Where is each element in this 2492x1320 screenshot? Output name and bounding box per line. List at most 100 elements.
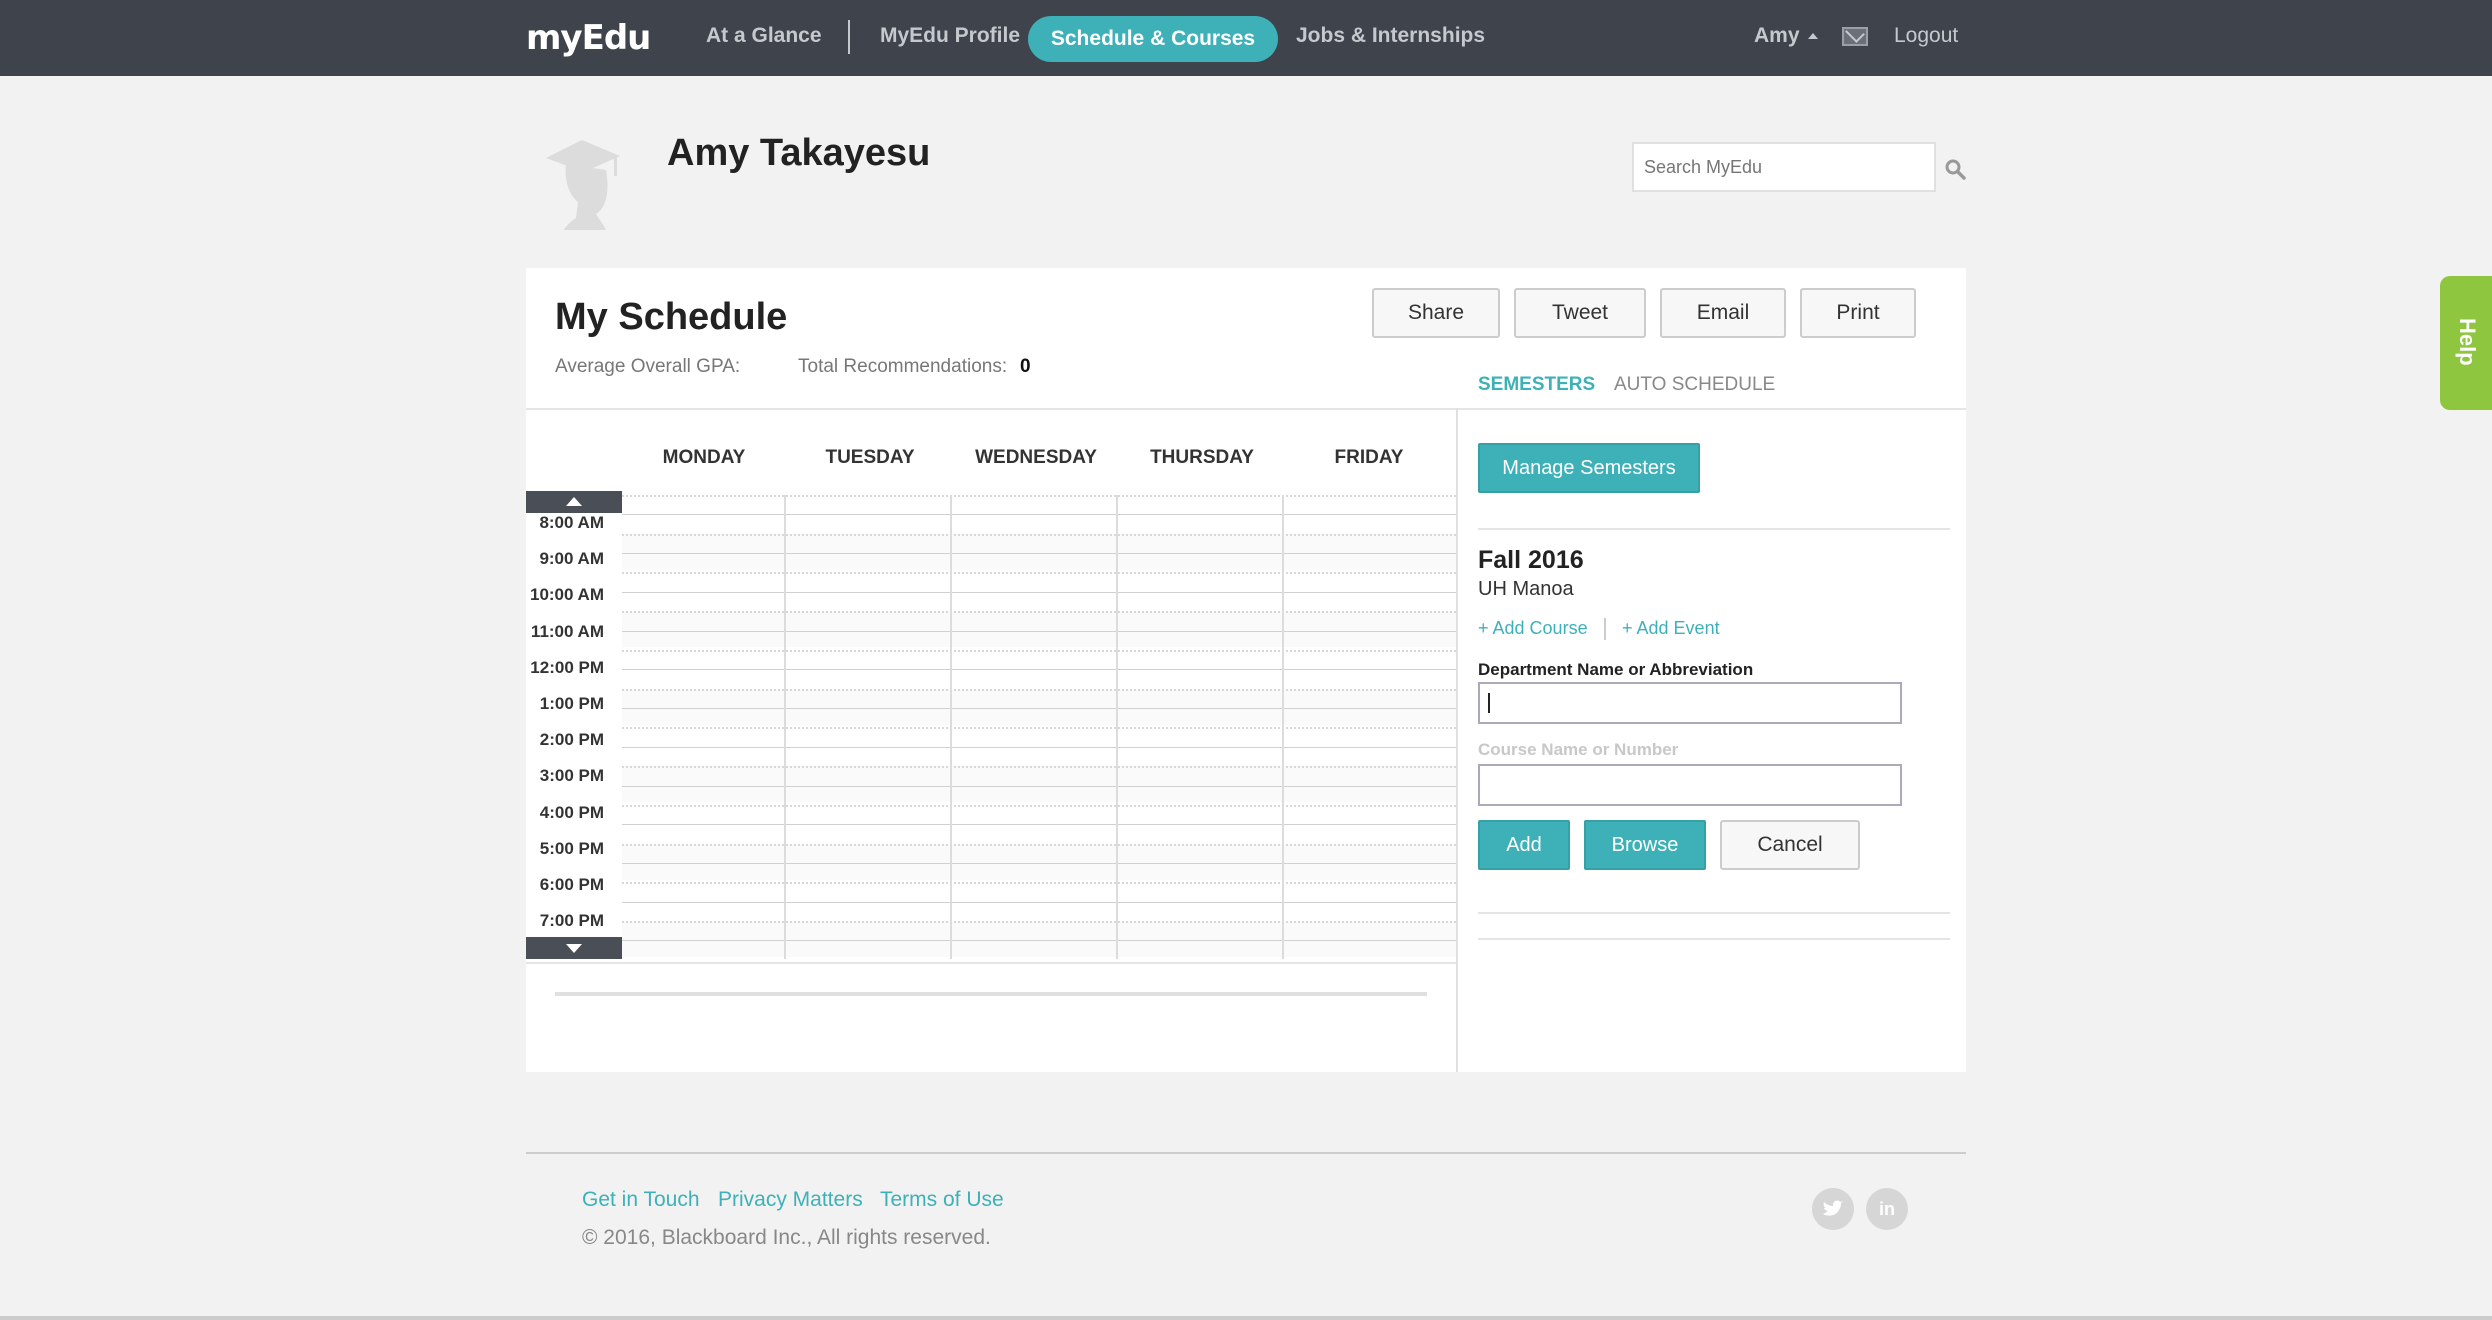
grid-row[interactable]	[622, 495, 1456, 531]
help-tab[interactable]: Help	[2440, 276, 2492, 410]
horizontal-scrollbar[interactable]	[555, 992, 1427, 996]
grid-column-divider	[1282, 495, 1284, 959]
grid-half-hour-line	[622, 940, 1456, 942]
logout-link[interactable]: Logout	[1894, 24, 1958, 48]
nav-divider	[848, 20, 850, 54]
recommendations-count: 0	[1020, 356, 1031, 377]
mail-icon[interactable]	[1842, 27, 1868, 46]
time-label: 4:00 PM	[539, 802, 604, 822]
grid-row[interactable]	[622, 727, 1456, 763]
search-icon[interactable]	[1944, 158, 1966, 180]
graduate-silhouette-icon	[546, 140, 620, 230]
time-label: 7:00 PM	[539, 911, 604, 931]
grid-half-hour-line	[622, 785, 1456, 787]
grid-half-hour-line	[622, 901, 1456, 903]
add-button[interactable]: Add	[1478, 820, 1570, 870]
footer-link-privacy[interactable]: Privacy Matters	[718, 1188, 863, 1212]
tweet-button[interactable]: Tweet	[1514, 288, 1646, 338]
time-label: 1:00 PM	[539, 694, 604, 713]
nav-at-a-glance[interactable]: At a Glance	[706, 24, 822, 48]
department-field[interactable]	[1478, 682, 1902, 724]
page-title: My Schedule	[555, 296, 788, 338]
tab-auto-schedule[interactable]: AUTO SCHEDULE	[1614, 374, 1775, 396]
grid-half-hour-line	[622, 591, 1456, 593]
course-field[interactable]	[1478, 764, 1902, 806]
browse-button[interactable]: Browse	[1584, 820, 1706, 870]
copyright-text: © 2016, Blackboard Inc., All rights rese…	[582, 1226, 991, 1249]
day-header-tuesday: TUESDAY	[825, 447, 915, 468]
manage-semesters-button[interactable]: Manage Semesters	[1478, 443, 1700, 493]
term-school: UH Manoa	[1478, 578, 1574, 600]
grid-row[interactable]	[622, 533, 1456, 570]
time-label: 8:00 AM	[539, 513, 604, 532]
day-header-wednesday: WEDNESDAY	[975, 447, 1097, 468]
nav-jobs-internships[interactable]: Jobs & Internships	[1296, 24, 1485, 48]
email-button[interactable]: Email	[1660, 288, 1786, 338]
grid-column-divider	[1116, 495, 1118, 959]
panel-divider-rule	[1478, 528, 1950, 530]
linkedin-icon[interactable]: in	[1866, 1188, 1908, 1230]
day-header-friday: FRIDAY	[1334, 447, 1404, 468]
time-label: 9:00 AM	[539, 549, 604, 569]
cancel-button[interactable]: Cancel	[1720, 820, 1860, 870]
time-label: 3:00 PM	[539, 766, 604, 786]
grid-half-hour-line	[622, 630, 1456, 632]
time-label: 6:00 PM	[539, 875, 604, 894]
add-course-link[interactable]: + Add Course	[1478, 618, 1588, 639]
myedu-logo[interactable]: myEdu	[526, 18, 651, 58]
user-menu[interactable]: Amy	[1754, 24, 1818, 48]
time-label: 5:00 PM	[539, 838, 604, 858]
grid-half-hour-line	[622, 669, 1456, 671]
grid-row[interactable]	[622, 611, 1456, 648]
grid-bottom-rule	[526, 962, 1456, 964]
grid-row[interactable]	[622, 804, 1456, 841]
tab-semesters[interactable]: SEMESTERS	[1478, 374, 1595, 396]
grid-row[interactable]	[622, 766, 1456, 803]
day-header-monday: MONDAY	[662, 447, 746, 468]
scroll-up-button[interactable]	[526, 491, 622, 513]
gpa-label: Average Overall GPA:	[555, 356, 741, 377]
grid-row[interactable]	[622, 688, 1456, 725]
footer-link-terms[interactable]: Terms of Use	[880, 1188, 1004, 1212]
time-label: 2:00 PM	[539, 730, 604, 750]
time-label: 12:00 PM	[530, 657, 604, 677]
grid-row[interactable]	[622, 882, 1456, 918]
caret-up-icon	[1807, 33, 1818, 40]
grid-half-hour-line	[622, 708, 1456, 710]
share-button[interactable]: Share	[1372, 288, 1500, 338]
course-field-label: Course Name or Number	[1478, 740, 1679, 759]
term-title: Fall 2016	[1478, 546, 1584, 574]
footer-rule	[526, 1152, 1966, 1154]
grid-row[interactable]	[622, 572, 1456, 608]
grid-half-hour-line	[622, 862, 1456, 864]
grid-row[interactable]	[622, 843, 1456, 880]
add-event-link[interactable]: + Add Event	[1622, 618, 1720, 639]
grid-column-divider	[784, 495, 786, 959]
print-button[interactable]: Print	[1800, 288, 1916, 338]
time-label: 11:00 AM	[530, 621, 604, 641]
twitter-icon[interactable]	[1812, 1188, 1854, 1230]
help-label: Help	[2455, 318, 2480, 366]
grid-half-hour-line	[622, 514, 1456, 516]
nav-myedu-profile[interactable]: MyEdu Profile	[880, 24, 1020, 48]
nav-schedule-courses[interactable]: Schedule & Courses	[1028, 16, 1278, 62]
scroll-down-button[interactable]	[526, 937, 622, 959]
day-header-thursday: THURSDAY	[1150, 447, 1254, 468]
grid-half-hour-line	[622, 746, 1456, 748]
grid-row[interactable]	[622, 921, 1456, 958]
time-label: 10:00 AM	[529, 585, 604, 605]
card-divider	[526, 408, 1966, 410]
text-cursor	[1488, 693, 1490, 713]
schedule-grid[interactable]	[622, 495, 1456, 959]
page-bottom-border	[0, 1316, 2492, 1320]
grid-row[interactable]	[622, 649, 1456, 686]
recommendations-label: Total Recommendations:	[798, 356, 1008, 377]
profile-name: Amy Takayesu	[667, 132, 931, 174]
grid-half-hour-line	[622, 824, 1456, 826]
grid-half-hour-line	[622, 553, 1456, 555]
footer-link-get-in-touch[interactable]: Get in Touch	[582, 1188, 700, 1212]
search-input[interactable]	[1632, 142, 1936, 192]
panel-divider-rule	[1478, 938, 1950, 940]
department-field-label: Department Name or Abbreviation	[1478, 660, 1754, 679]
top-navigation-bar: myEdu At a Glance MyEdu Profile Schedule…	[0, 0, 2492, 76]
